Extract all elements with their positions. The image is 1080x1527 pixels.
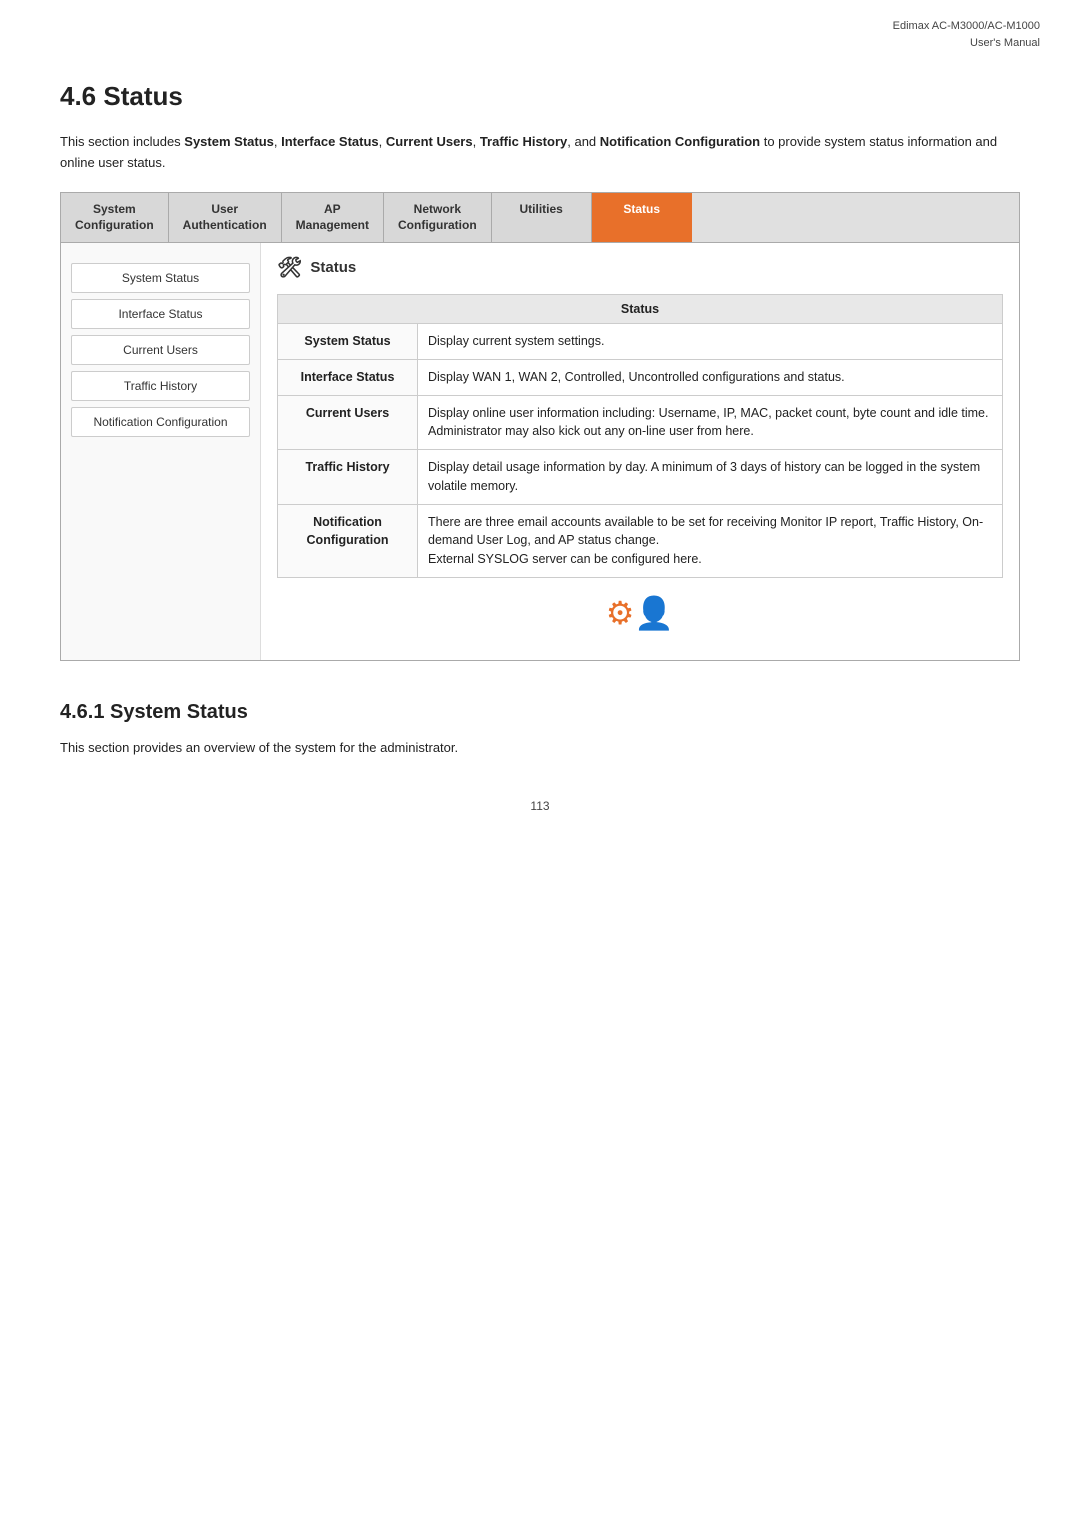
sidebar-item-current-users[interactable]: Current Users [71,335,250,365]
nav-tabs: SystemConfiguration UserAuthentication A… [61,193,1019,244]
section-title: 4.6 Status [60,81,1020,112]
row-name-notification-configuration: NotificationConfiguration [278,504,418,577]
panel-main: 🛠 Status Status System Status Display cu… [261,243,1019,660]
row-name-current-users: Current Users [278,395,418,450]
table-row: System Status Display current system set… [278,324,1003,360]
sidebar-item-interface-status[interactable]: Interface Status [71,299,250,329]
tab-system-configuration[interactable]: SystemConfiguration [61,193,169,243]
sidebar-item-system-status[interactable]: System Status [71,263,250,293]
panel-main-title: 🛠 Status [277,255,1003,280]
row-desc-notification-configuration: There are three email accounts available… [418,504,1003,577]
row-desc-traffic-history: Display detail usage information by day.… [418,450,1003,505]
row-name-interface-status: Interface Status [278,359,418,395]
table-row: Interface Status Display WAN 1, WAN 2, C… [278,359,1003,395]
table-row: Traffic History Display detail usage inf… [278,450,1003,505]
gear-user-icon: ⚙👤 [606,595,675,631]
subsection-text: This section provides an overview of the… [60,738,1020,759]
row-name-system-status: System Status [278,324,418,360]
panel-body: System Status Interface Status Current U… [61,243,1019,660]
bottom-icons: ⚙👤 [277,578,1003,648]
intro-paragraph: This section includes System Status, Int… [60,132,1020,174]
status-table: Status System Status Display current sys… [277,294,1003,578]
page-header: Edimax AC-M3000/AC-M1000 User's Manual [0,0,1080,51]
subsection-title: 4.6.1 System Status [60,701,1020,724]
row-desc-current-users: Display online user information includin… [418,395,1003,450]
table-header: Status [278,295,1003,324]
panel-title-text: Status [310,259,356,276]
row-desc-interface-status: Display WAN 1, WAN 2, Controlled, Uncont… [418,359,1003,395]
sidebar-item-traffic-history[interactable]: Traffic History [71,371,250,401]
header-line2: User's Manual [0,35,1040,52]
table-row: NotificationConfiguration There are thre… [278,504,1003,577]
tab-network-configuration[interactable]: NetworkConfiguration [384,193,492,243]
header-line1: Edimax AC-M3000/AC-M1000 [0,18,1040,35]
tab-ap-management[interactable]: APManagement [282,193,384,243]
sidebar-item-notification-configuration[interactable]: Notification Configuration [71,407,250,437]
row-desc-system-status: Display current system settings. [418,324,1003,360]
tab-status[interactable]: Status [592,193,692,243]
page-number: 113 [60,799,1020,813]
table-row: Current Users Display online user inform… [278,395,1003,450]
tab-utilities[interactable]: Utilities [492,193,592,243]
panel-sidebar: System Status Interface Status Current U… [61,243,261,660]
ui-panel: SystemConfiguration UserAuthentication A… [60,192,1020,661]
status-grid-icon: 🛠 [277,255,302,280]
row-name-traffic-history: Traffic History [278,450,418,505]
tab-user-authentication[interactable]: UserAuthentication [169,193,282,243]
